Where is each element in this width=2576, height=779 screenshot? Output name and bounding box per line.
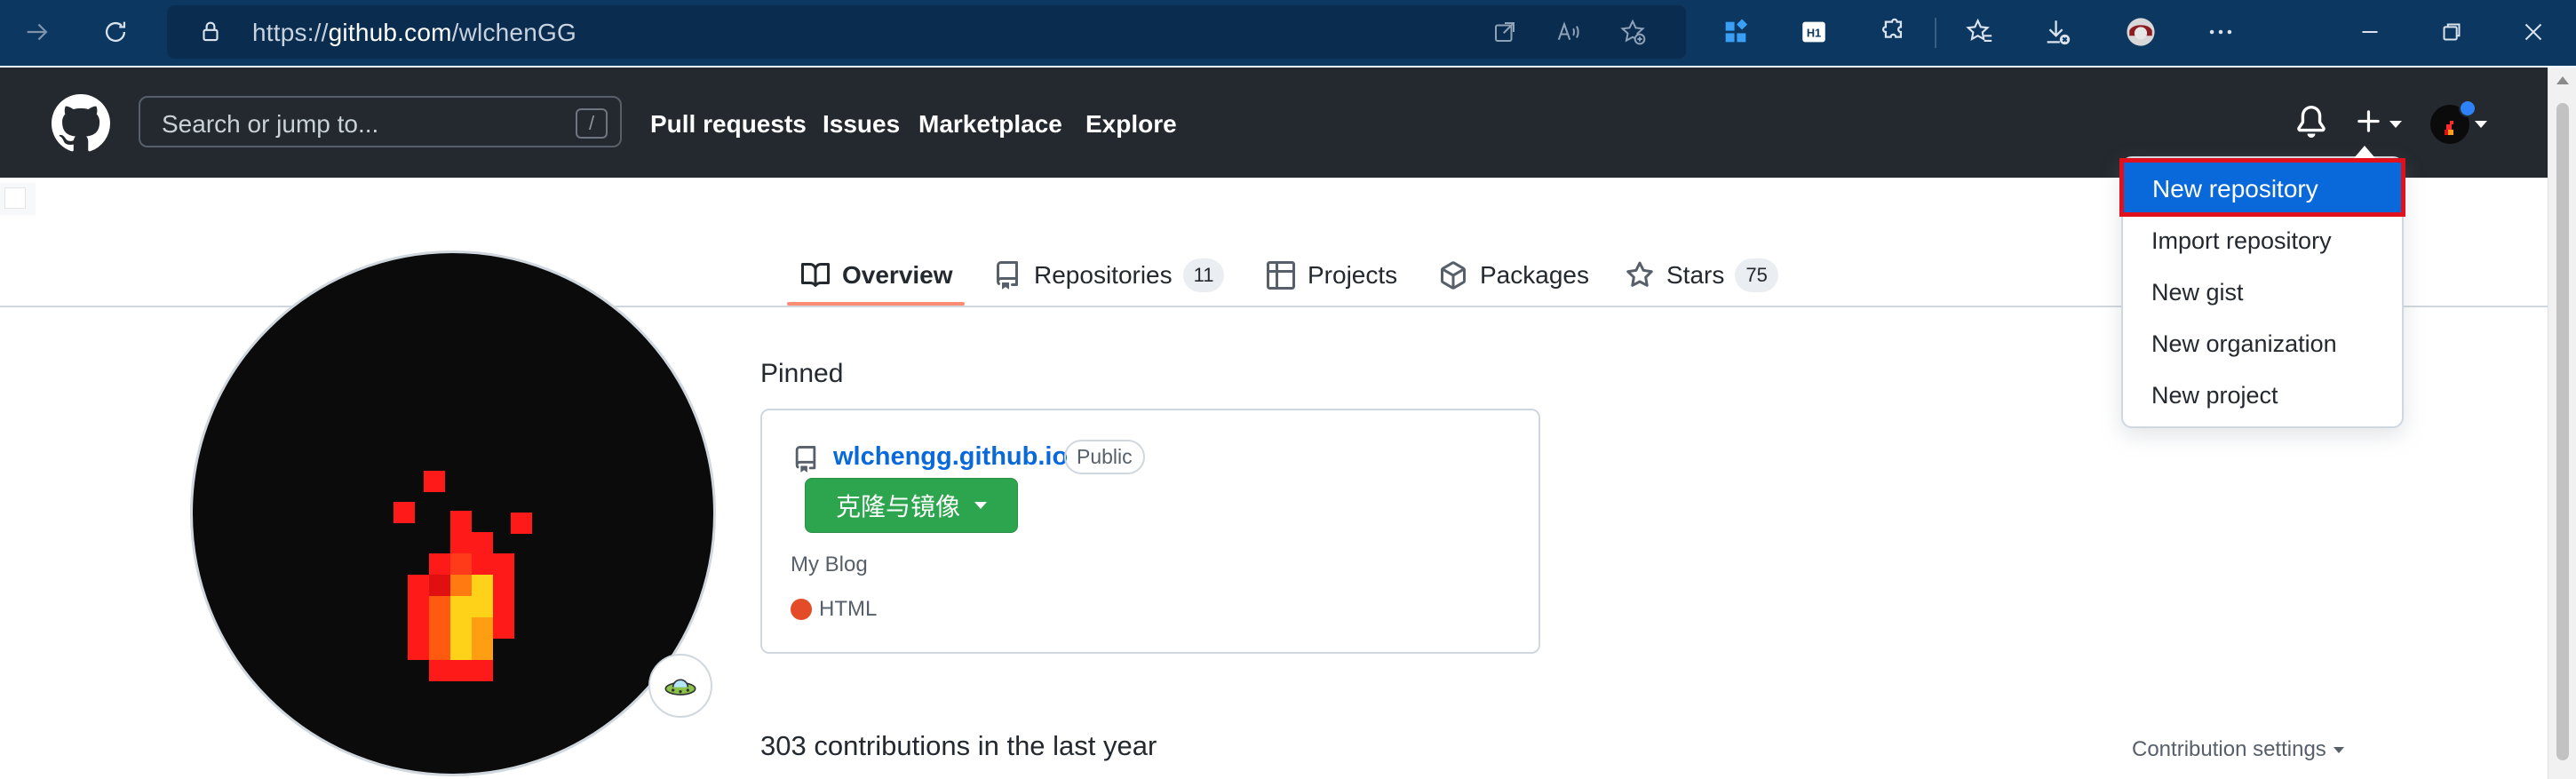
repo-icon	[997, 261, 1018, 290]
notification-bell-icon[interactable]	[2295, 105, 2327, 143]
repo-language: HTML	[819, 597, 878, 621]
menu-item-new-gist[interactable]: New gist	[2151, 279, 2244, 306]
refresh-icon[interactable]	[96, 12, 135, 52]
downloads-icon[interactable]	[2038, 12, 2077, 52]
favorites-icon[interactable]	[1960, 12, 1999, 52]
tab-label: Stars	[1666, 261, 1725, 289]
skip-link-box	[0, 183, 36, 215]
url-text: https://github.com/wlchenGG	[252, 19, 576, 46]
github-logo-icon[interactable]	[52, 94, 110, 153]
page-scrollbar[interactable]	[2548, 68, 2576, 779]
contributions-summary: 303 contributions in the last year	[760, 730, 1157, 761]
forward-icon[interactable]	[18, 12, 57, 52]
avatar-status-dot	[2459, 99, 2477, 117]
close-icon[interactable]	[2514, 12, 2553, 52]
menu-item-new-repository[interactable]: New repository	[2119, 158, 2405, 217]
svg-text:H1: H1	[1807, 27, 1821, 40]
scrollbar-thumb[interactable]	[2556, 103, 2569, 760]
repo-description: My Blog	[791, 552, 868, 576]
open-in-app-icon[interactable]	[1489, 16, 1521, 48]
menu-item-new-organization[interactable]: New organization	[2151, 330, 2337, 358]
tab-stars[interactable]: Stars 75	[1626, 245, 1778, 306]
lock-icon[interactable]	[197, 18, 224, 49]
package-icon	[1441, 261, 1466, 290]
repo-icon	[792, 446, 819, 477]
stars-count-badge: 75	[1735, 258, 1778, 292]
table-icon	[1267, 261, 1295, 290]
star-icon	[1626, 261, 1653, 287]
restore-icon[interactable]	[2432, 12, 2471, 52]
book-icon	[801, 262, 830, 287]
create-new-button[interactable]	[2354, 105, 2384, 143]
toolbar-divider	[1935, 18, 1936, 48]
profile-icon[interactable]	[2121, 12, 2160, 52]
tab-packages[interactable]: Packages	[1439, 245, 1589, 306]
nav-marketplace[interactable]: Marketplace	[918, 110, 1062, 139]
more-icon[interactable]	[2201, 12, 2240, 52]
tab-label: Repositories	[1034, 261, 1173, 289]
read-aloud-icon[interactable]	[1553, 16, 1585, 48]
menu-item-new-project[interactable]: New project	[2151, 382, 2278, 409]
chevron-down-icon	[2333, 747, 2344, 754]
scroll-up-arrow-icon[interactable]	[2556, 76, 2569, 84]
language-color-dot	[791, 599, 812, 620]
pinned-heading: Pinned	[760, 359, 844, 388]
create-caret-icon	[2389, 121, 2402, 128]
tab-label: Overview	[842, 261, 953, 289]
add-favorite-icon[interactable]	[1617, 16, 1649, 48]
minimize-icon[interactable]	[2350, 12, 2389, 52]
pinned-repo-card: wlchengg.github.io Public 克隆与镜像 My Blog …	[760, 409, 1540, 654]
clone-mirror-button[interactable]: 克隆与镜像	[805, 478, 1018, 533]
browser-toolbar: https://github.com/wlchenGG H1	[0, 0, 2576, 66]
tab-repositories[interactable]: Repositories 11	[993, 245, 1225, 306]
active-tab-underline	[787, 302, 965, 306]
extension-icon[interactable]	[1716, 12, 1755, 52]
ufo-icon	[664, 679, 696, 696]
menu-item-label: New repository	[2152, 175, 2318, 203]
h1-icon[interactable]: H1	[1794, 12, 1833, 52]
tab-label: Projects	[1308, 261, 1398, 289]
nav-explore[interactable]: Explore	[1085, 110, 1177, 139]
search-input[interactable]: Search or jump to... /	[139, 96, 622, 147]
contribution-settings-label: Contribution settings	[2132, 737, 2326, 761]
nav-issues[interactable]: Issues	[823, 110, 900, 139]
chevron-down-icon	[974, 502, 988, 509]
search-placeholder: Search or jump to...	[162, 110, 379, 138]
address-bar[interactable]: https://github.com/wlchenGG	[167, 5, 1686, 59]
repo-name-link[interactable]: wlchengg.github.io	[833, 442, 1068, 472]
contribution-settings-button[interactable]: Contribution settings	[2132, 737, 2344, 762]
repo-count-badge: 11	[1182, 258, 1225, 292]
visibility-badge: Public	[1064, 440, 1145, 474]
nav-pull-requests[interactable]: Pull requests	[650, 110, 807, 139]
search-shortcut-key: /	[576, 108, 608, 139]
menu-item-import-repository[interactable]: Import repository	[2151, 227, 2332, 255]
tab-projects[interactable]: Projects	[1267, 245, 1397, 306]
status-emoji-button[interactable]	[648, 654, 712, 718]
puzzle-icon[interactable]	[1872, 12, 1912, 52]
dropdown-pointer	[2354, 146, 2375, 158]
pixel-flame-icon	[394, 471, 532, 681]
clone-button-label: 克隆与镜像	[836, 493, 961, 521]
profile-avatar[interactable]	[190, 250, 716, 776]
tab-label: Packages	[1480, 261, 1589, 289]
avatar-caret-icon	[2475, 121, 2487, 128]
tab-overview[interactable]: Overview	[801, 245, 953, 306]
